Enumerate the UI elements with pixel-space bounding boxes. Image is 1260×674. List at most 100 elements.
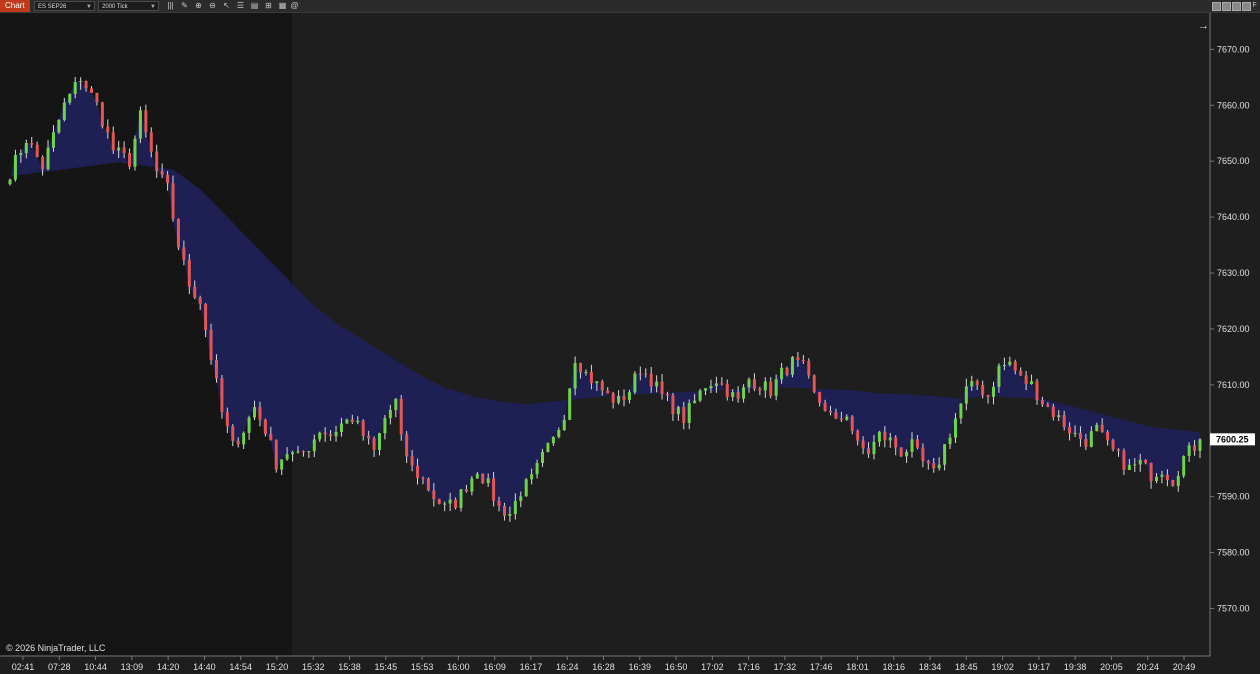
candle-up bbox=[693, 400, 697, 404]
zoom-in-icon[interactable]: ⊕ bbox=[194, 1, 203, 10]
time-tick-label: 14:40 bbox=[193, 662, 216, 672]
restore-button[interactable] bbox=[1222, 2, 1231, 11]
candle-up bbox=[1155, 476, 1159, 482]
time-tick-label: 17:02 bbox=[701, 662, 724, 672]
candle-down bbox=[41, 156, 45, 170]
candle-down bbox=[1024, 375, 1028, 385]
candle-up bbox=[1187, 445, 1191, 456]
candle-up bbox=[1008, 361, 1012, 365]
candle-up bbox=[377, 433, 381, 450]
indicators-icon[interactable]: ⊞ bbox=[264, 1, 273, 10]
zoom-out-icon[interactable]: ⊖ bbox=[208, 1, 217, 10]
price-tick-label: 7570.00 bbox=[1217, 603, 1250, 613]
bars-icon[interactable]: ||| bbox=[166, 1, 175, 10]
candle-down bbox=[432, 490, 436, 500]
candle-down bbox=[301, 451, 305, 453]
candle-up bbox=[709, 386, 713, 389]
candle-down bbox=[720, 383, 724, 385]
f-label[interactable]: F bbox=[1250, 1, 1259, 10]
candle-up bbox=[133, 138, 137, 167]
minimize-button[interactable] bbox=[1212, 2, 1221, 11]
instrument-selector[interactable]: ES SEP26 ▼ bbox=[34, 1, 95, 11]
candle-up bbox=[763, 381, 767, 391]
candle-down bbox=[367, 435, 371, 439]
candle-down bbox=[274, 440, 278, 470]
candle-up bbox=[687, 403, 691, 423]
candle-down bbox=[894, 437, 898, 448]
candle-up bbox=[280, 459, 284, 470]
chart-tab[interactable]: Chart bbox=[0, 0, 30, 12]
candle-down bbox=[1149, 462, 1153, 482]
candle-up bbox=[57, 120, 61, 133]
time-tick-label: 15:38 bbox=[338, 662, 361, 672]
candle-up bbox=[312, 439, 316, 452]
at-icon[interactable]: @ bbox=[290, 1, 299, 10]
candle-down bbox=[1122, 450, 1126, 471]
candle-down bbox=[932, 463, 936, 469]
candle-up bbox=[992, 386, 996, 397]
candle-down bbox=[622, 396, 626, 400]
candle-down bbox=[1084, 438, 1088, 447]
candle-up bbox=[448, 499, 452, 504]
templates-icon[interactable]: ▦ bbox=[278, 1, 287, 10]
candle-up bbox=[296, 451, 300, 453]
candle-up bbox=[1089, 431, 1093, 447]
candle-down bbox=[128, 152, 132, 167]
candle-up bbox=[8, 179, 12, 185]
candle-down bbox=[1165, 474, 1169, 480]
candle-up bbox=[62, 102, 66, 121]
candle-down bbox=[796, 356, 800, 360]
pencil-icon[interactable]: ✎ bbox=[180, 1, 189, 10]
candle-up bbox=[943, 444, 947, 465]
candle-down bbox=[225, 411, 229, 427]
candle-up bbox=[394, 398, 398, 410]
candle-up bbox=[1127, 464, 1131, 471]
candle-down bbox=[122, 147, 126, 153]
candle-up bbox=[291, 452, 295, 455]
candle-down bbox=[30, 143, 34, 145]
candle-down bbox=[372, 438, 376, 450]
time-tick-label: 19:02 bbox=[991, 662, 1014, 672]
candle-up bbox=[551, 436, 555, 444]
candle-down bbox=[361, 420, 365, 436]
candle-down bbox=[410, 456, 414, 466]
candle-down bbox=[258, 407, 262, 420]
candle-up bbox=[845, 416, 849, 420]
price-tick-label: 7610.00 bbox=[1217, 380, 1250, 390]
strategies-icon[interactable]: ▤ bbox=[250, 1, 259, 10]
properties-icon[interactable]: ☰ bbox=[236, 1, 245, 10]
candle-up bbox=[46, 147, 50, 170]
cursor-icon[interactable]: ↖ bbox=[222, 1, 231, 10]
candle-up bbox=[562, 419, 566, 431]
candle-down bbox=[801, 359, 805, 361]
bar-type-selector[interactable]: 2000 Tick ▼ bbox=[98, 1, 159, 11]
candle-down bbox=[1019, 370, 1023, 376]
candle-up bbox=[475, 473, 479, 479]
candle-up bbox=[546, 443, 550, 452]
candle-up bbox=[731, 392, 735, 397]
price-chart[interactable]: 7670.00 7660.00 7650.00 7640.00 7630.00 7620.… bbox=[0, 13, 1260, 674]
candle-up bbox=[242, 432, 246, 445]
candle-down bbox=[416, 465, 420, 478]
maximize-button[interactable] bbox=[1232, 2, 1241, 11]
time-tick-label: 19:38 bbox=[1064, 662, 1087, 672]
candle-down bbox=[671, 395, 675, 415]
candle-up bbox=[388, 409, 392, 419]
candle-down bbox=[263, 419, 267, 435]
candle-down bbox=[1046, 404, 1050, 407]
candle-up bbox=[79, 81, 83, 83]
scroll-right-arrow-icon[interactable]: → bbox=[1198, 20, 1209, 32]
candle-up bbox=[1198, 439, 1202, 451]
candle-up bbox=[774, 379, 778, 396]
candle-up bbox=[747, 379, 751, 388]
candle-down bbox=[269, 434, 273, 441]
price-tick-label: 7590.00 bbox=[1217, 492, 1250, 502]
time-tick-label: 18:34 bbox=[919, 662, 942, 672]
candle-up bbox=[530, 474, 534, 480]
candle-down bbox=[975, 381, 979, 386]
candle-up bbox=[1095, 424, 1099, 432]
candle-down bbox=[785, 367, 789, 375]
time-tick-label: 15:32 bbox=[302, 662, 325, 672]
candle-up bbox=[318, 432, 322, 440]
candle-up bbox=[307, 451, 311, 453]
